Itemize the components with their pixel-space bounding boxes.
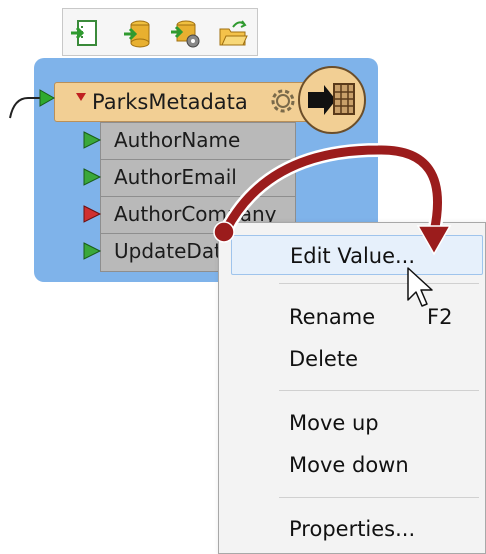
menu-separator: [279, 497, 479, 498]
menu-item-label: Edit Value...: [290, 244, 416, 268]
menu-item-label: Move up: [289, 411, 379, 435]
add-reader-icon[interactable]: [121, 17, 153, 49]
attribute-port-icon: [83, 242, 102, 260]
menu-item-label: Rename: [289, 305, 376, 329]
toolbar: [62, 8, 258, 56]
attribute-label: AuthorName: [114, 128, 241, 152]
menu-item-rename[interactable]: Rename F2: [231, 297, 483, 337]
settings-gear-icon[interactable]: [268, 86, 298, 116]
menu-item-move-up[interactable]: Move up: [231, 403, 483, 443]
open-folder-icon[interactable]: [217, 17, 249, 49]
menu-item-shortcut: F2: [427, 305, 453, 329]
attribute-port-icon: [83, 131, 102, 149]
menu-item-label: Delete: [289, 347, 358, 371]
attribute-port-icon: [83, 168, 102, 186]
add-reader-settings-icon[interactable]: [169, 17, 201, 49]
menu-separator: [279, 283, 479, 284]
attribute-label: UpdateDate: [114, 239, 235, 263]
menu-item-label: Properties...: [289, 517, 416, 541]
import-icon[interactable]: [69, 17, 101, 49]
context-menu: Edit Value... Rename F2 Delete Move up M…: [218, 222, 486, 554]
menu-item-delete[interactable]: Delete: [231, 339, 483, 379]
menu-item-edit-value[interactable]: Edit Value...: [231, 235, 483, 275]
transformer-title: ParksMetadata: [92, 90, 248, 114]
attribute-label: AuthorEmail: [114, 165, 237, 189]
menu-item-move-down[interactable]: Move down: [231, 445, 483, 485]
attribute-row-authorname[interactable]: AuthorName: [82, 122, 312, 159]
menu-separator: [279, 390, 479, 391]
menu-item-properties[interactable]: Properties...: [231, 509, 483, 549]
menu-item-label: Move down: [289, 453, 409, 477]
attribute-port-icon: [83, 205, 102, 223]
attribute-row-authoremail[interactable]: AuthorEmail: [82, 159, 312, 196]
